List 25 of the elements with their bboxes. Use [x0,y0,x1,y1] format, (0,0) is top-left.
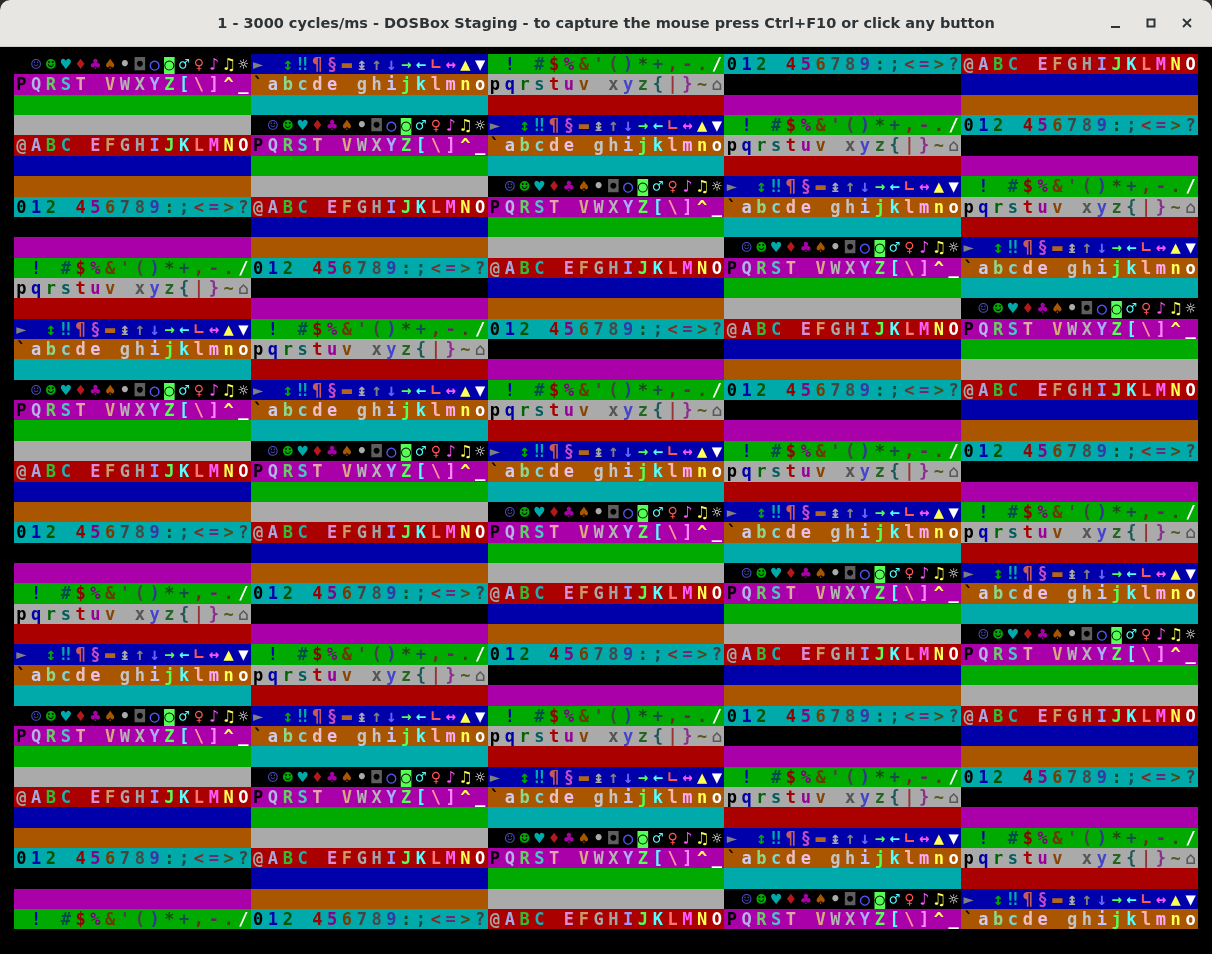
character-row: ! #$%&'()*+,-./ [250,644,488,665]
close-icon [1182,18,1192,28]
character-row: ► ↕‼¶§▬↨↑↓→←∟↔▲▼ [961,563,1198,584]
character-row: ! #$%&'()*+,-./ [724,766,962,787]
character-row: ► ↕‼¶§▬↨↑↓→←∟↔▲▼ [250,54,488,75]
character-row: ► ↕‼¶§▬↨↑↓→←∟↔▲▼ [487,115,725,136]
character-row: ► ↕‼¶§▬↨↑↓→←∟↔▲▼ [961,237,1198,258]
character-row: ! #$%&'()*+,-./ [724,440,962,462]
character-row: ! #$%&'()*+,-./ [14,909,251,930]
character-row: ! #$%&'()*+,-./ [487,54,725,75]
character-row: ► ↕‼¶§▬↨↑↓→←∟↔▲▼ [14,318,251,340]
minimize-icon [1110,25,1120,28]
character-row: ► ↕‼¶§▬↨↑↓→←∟↔▲▼ [961,888,1198,910]
character-row: ► ↕‼¶§▬↨↑↓→←∟↔▲▼ [14,644,251,665]
maximize-icon [1146,18,1156,28]
character-row: ► ↕‼¶§▬↨↑↓→←∟↔▲▼ [724,176,962,197]
window-title: 1 - 3000 cycles/ms - DOSBox Staging - to capture the mouse press Ctrl+F10 or click any button [217,15,995,31]
character-row: ! #$%&'()*+,-./ [961,827,1198,848]
character-row: ! #$%&'()*+,-./ [724,115,962,136]
character-row: ! #$%&'()*+,-./ [961,501,1198,523]
character-row: ! #$%&'()*+,-./ [961,176,1198,197]
character-row: ► ↕‼¶§▬↨↑↓→←∟↔▲▼ [724,501,962,523]
character-row: ! #$%&'()*+,-./ [14,257,251,278]
character-row: ► ↕‼¶§▬↨↑↓→←∟↔▲▼ [724,827,962,848]
character-row: ! #$%&'()*+,-./ [14,583,251,604]
